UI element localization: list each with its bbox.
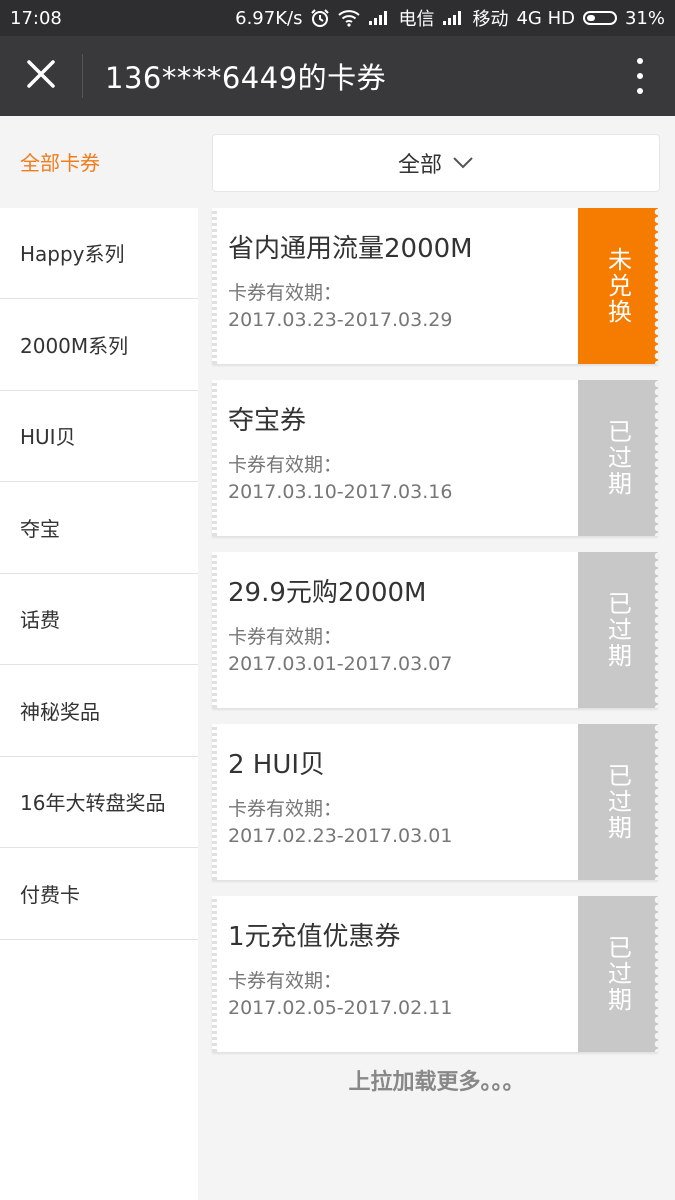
page-title: 136****6449的卡券	[105, 61, 387, 95]
sidebar-item-2000m[interactable]: 2000M系列	[0, 299, 198, 391]
category-sidebar: 全部卡券 Happy系列 2000M系列 HUI贝 夺宝 话费 神秘奖品 16年…	[0, 116, 198, 1200]
status-badge: 已过期	[578, 552, 658, 708]
sidebar-item-label: 付费卡	[20, 882, 80, 907]
sidebar-item-label: HUI贝	[20, 425, 76, 450]
close-button[interactable]	[0, 36, 82, 116]
battery-level	[586, 15, 595, 21]
coupon-name: 夺宝券	[228, 406, 307, 436]
coupon-card[interactable]: 夺宝券 卡券有效期： 2017.03.10-2017.03.16 已过期	[212, 380, 658, 536]
card-edge	[212, 208, 217, 364]
status-time: 17:08	[10, 7, 62, 29]
coupon-card[interactable]: 29.9元购2000M 卡券有效期： 2017.03.01-2017.03.07…	[212, 552, 658, 708]
more-button[interactable]	[631, 58, 649, 94]
sidebar-item-label: 话费	[20, 608, 60, 633]
sidebar-item-label: 2000M系列	[20, 333, 129, 358]
header-divider	[82, 54, 83, 98]
filter-dropdown[interactable]: 全部	[212, 134, 660, 192]
sidebar-item-all[interactable]: 全部卡券	[0, 116, 198, 208]
validity-range: 2017.02.23-2017.03.01	[228, 825, 453, 847]
network-speed: 6.97K/s	[235, 7, 303, 29]
coupon-name: 1元充值优惠券	[228, 922, 401, 952]
ticket-edge	[652, 380, 658, 536]
coupon-name: 29.9元购2000M	[228, 578, 427, 608]
coupon-card[interactable]: 2 HUI贝 卡券有效期： 2017.02.23-2017.03.01 已过期	[212, 724, 658, 880]
wifi-icon	[338, 9, 361, 27]
card-edge	[212, 896, 217, 1052]
status-indicators: 6.97K/s 电信 移动 4G HD 31%	[235, 5, 665, 31]
load-more-hint: 上拉加载更多。。。	[348, 1070, 525, 1095]
sidebar-item-paid-card[interactable]: 付费卡	[0, 848, 198, 940]
validity-label: 卡券有效期：	[228, 282, 343, 304]
carrier-mobile: 移动	[472, 9, 509, 30]
status-badge[interactable]: 未兑换	[578, 208, 658, 364]
status-badge: 已过期	[578, 724, 658, 880]
carrier-telecom: 电信	[398, 9, 435, 30]
sidebar-item-label: 神秘奖品	[20, 699, 100, 724]
status-badge: 已过期	[578, 380, 658, 536]
coupon-card[interactable]: 省内通用流量2000M 卡券有效期： 2017.03.23-2017.03.29…	[212, 208, 658, 364]
sidebar-item-mystery-prize[interactable]: 神秘奖品	[0, 665, 198, 757]
sidebar-item-label: 16年大转盘奖品	[20, 791, 166, 816]
coupon-card[interactable]: 1元充值优惠券 卡券有效期： 2017.02.05-2017.02.11 已过期	[212, 896, 658, 1052]
validity-range: 2017.02.05-2017.02.11	[228, 997, 453, 1019]
validity-range: 2017.03.01-2017.03.07	[228, 653, 453, 675]
app-header: 136****6449的卡券	[0, 36, 675, 116]
coupon-name: 省内通用流量2000M	[228, 234, 473, 264]
sidebar-item-label: 夺宝	[20, 516, 60, 541]
card-edge	[212, 380, 217, 536]
validity-label: 卡券有效期：	[228, 454, 343, 476]
card-edge	[212, 552, 217, 708]
status-label: 已过期	[603, 935, 632, 1013]
battery-percent: 31%	[624, 7, 665, 29]
validity-range: 2017.03.10-2017.03.16	[228, 481, 453, 503]
chevron-down-icon	[442, 151, 474, 176]
validity-label: 卡券有效期：	[228, 798, 343, 820]
sidebar-item-wheel-prize[interactable]: 16年大转盘奖品	[0, 757, 198, 848]
ticket-edge	[652, 552, 658, 708]
coupon-list-panel: 全部 省内通用流量2000M 卡券有效期： 2017.03.23-2017.03…	[198, 116, 675, 1200]
ticket-edge	[652, 896, 658, 1052]
status-label: 已过期	[603, 419, 632, 497]
alarm-icon	[310, 8, 330, 28]
close-icon	[26, 59, 56, 93]
status-label: 未兑换	[603, 247, 632, 325]
card-edge	[212, 724, 217, 880]
signal-icon	[442, 10, 464, 26]
coupon-name: 2 HUI贝	[228, 750, 326, 780]
battery-icon	[582, 11, 617, 25]
validity-label: 卡券有效期：	[228, 970, 343, 992]
signal-icon	[368, 10, 390, 26]
sidebar-item-happy[interactable]: Happy系列	[0, 208, 198, 299]
ticket-edge	[652, 208, 658, 364]
status-label: 已过期	[603, 591, 632, 669]
validity-range: 2017.03.23-2017.03.29	[228, 309, 453, 331]
sidebar-item-hui[interactable]: HUI贝	[0, 391, 198, 482]
sidebar-item-duobao[interactable]: 夺宝	[0, 482, 198, 574]
ticket-edge	[652, 724, 658, 880]
status-label: 已过期	[603, 763, 632, 841]
sidebar-item-label: Happy系列	[20, 242, 125, 267]
filter-label: 全部	[397, 153, 442, 178]
status-bar: 17:08 6.97K/s 电信 移动 4G HD 31%	[0, 0, 675, 36]
status-badge: 已过期	[578, 896, 658, 1052]
more-vertical-icon	[637, 58, 643, 64]
sidebar-item-label: 全部卡券	[20, 151, 100, 176]
validity-label: 卡券有效期：	[228, 626, 343, 648]
network-type: 4G HD	[516, 7, 575, 29]
sidebar-item-phone-credit[interactable]: 话费	[0, 574, 198, 665]
